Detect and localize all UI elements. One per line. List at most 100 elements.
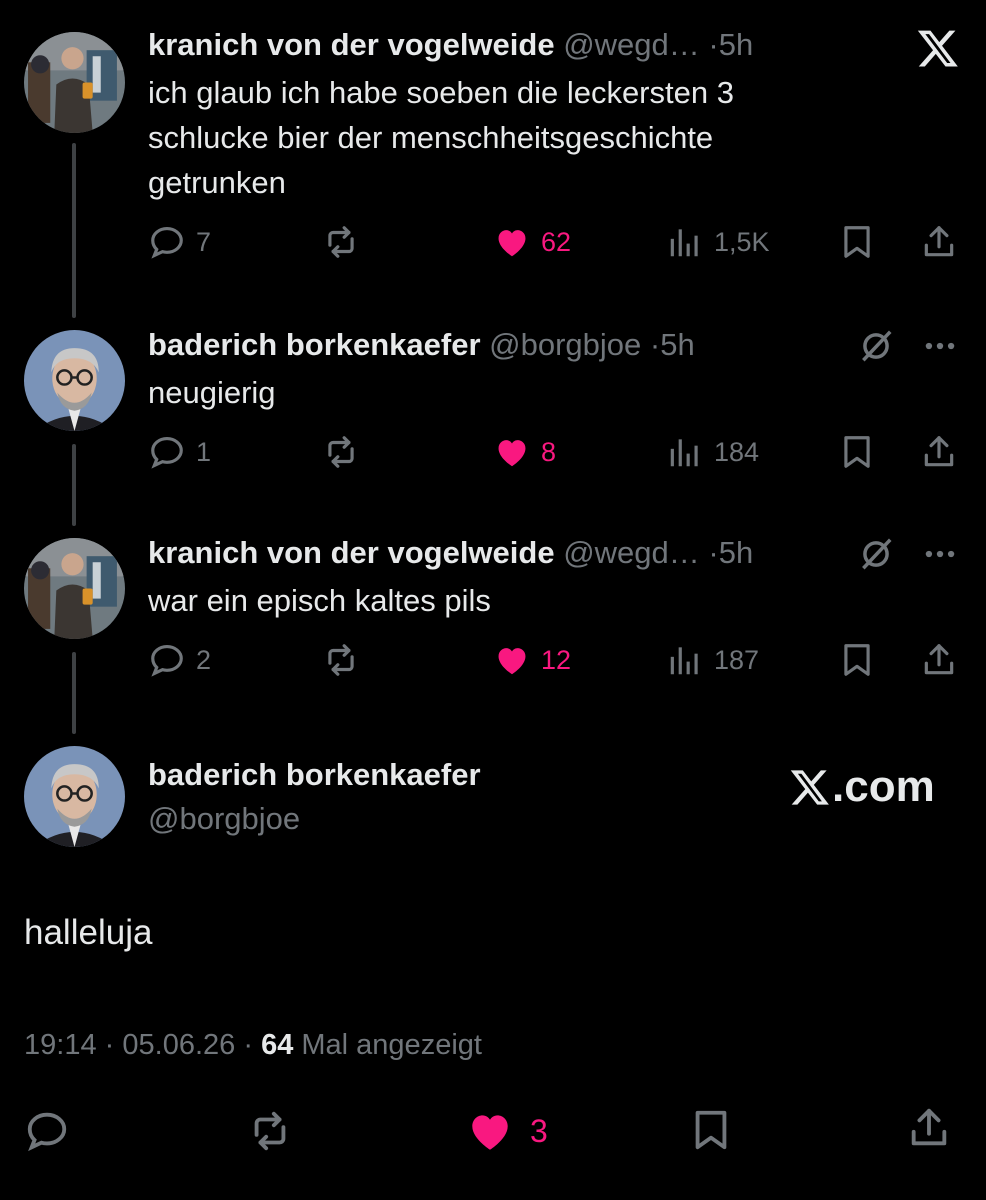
separator: · [243,1029,253,1061]
x-logo-icon[interactable] [914,26,962,70]
reply-button[interactable]: 7 [148,223,211,261]
share-icon [924,644,954,675]
author-name[interactable]: baderich borkenkaefer [148,327,481,362]
separator: · [649,327,661,362]
timestamp[interactable]: 5h [719,27,753,62]
tweet-header: baderich borkenkaefer @borgbjoe ·5h [148,327,695,363]
share-button[interactable] [920,223,958,261]
bookmark-button[interactable] [688,1106,734,1159]
like-count: 3 [530,1112,548,1149]
tweet-text: ich glaub ich habe soeben die leckersten… [148,70,734,205]
grok-icon[interactable] [857,535,895,578]
views-count: 64 [261,1029,294,1061]
avatar[interactable] [24,746,125,847]
reply-button[interactable] [24,1108,70,1159]
bookmark-icon [695,1110,727,1150]
separator: · [708,27,719,62]
views-chart-icon [670,229,698,257]
avatar[interactable] [24,538,125,639]
share-icon [911,1108,947,1146]
watermark-text: .com [832,762,935,811]
repost-icon [254,1111,286,1151]
like-button[interactable]: 62 [493,223,571,261]
views-button[interactable]: 184 [666,433,759,471]
share-icon [924,436,954,467]
tweet-text-line: getrunken [148,165,286,200]
separator: · [104,1029,115,1061]
bookmark-button[interactable] [838,433,876,471]
heart-filled-icon [498,648,526,675]
avatar[interactable] [24,32,125,133]
tweet-header: kranich von der vogelweide @wegd… ·5h [148,535,753,571]
heart-filled-icon [472,1115,508,1150]
bookmark-button[interactable] [838,641,876,679]
reply-count: 2 [196,644,212,675]
views-count: 184 [714,436,760,467]
like-button[interactable]: 3 [464,1106,548,1156]
tweet-text: war ein episch kaltes pils [148,578,491,623]
reply-icon [151,644,183,677]
reply-button[interactable]: 1 [148,433,211,471]
like-button[interactable]: 8 [493,433,556,471]
separator: · [708,535,719,570]
more-options-icon[interactable] [920,327,960,370]
timestamp[interactable]: 5h [719,535,753,570]
avatar[interactable] [24,330,125,431]
share-icon [924,226,954,257]
main-author-name[interactable]: baderich borkenkaefer [148,757,481,793]
views-label: Mal angezeigt [301,1029,482,1061]
grok-icon[interactable] [857,327,895,370]
bookmark-button[interactable] [838,223,876,261]
author-name[interactable]: kranich von der vogelweide [148,535,555,570]
like-count: 12 [541,644,572,675]
xcom-watermark: .com [788,762,935,812]
main-author-handle[interactable]: @borgbjoe [148,801,300,837]
reply-icon [151,226,183,259]
post-time[interactable]: 19:14 [24,1029,97,1061]
tweet-header: kranich von der vogelweide @wegd… ·5h [148,27,753,63]
repost-button[interactable] [322,223,360,261]
more-options-icon[interactable] [920,535,960,578]
author-name[interactable]: kranich von der vogelweide [148,27,555,62]
like-count: 62 [541,226,572,257]
views-chart-icon [670,439,698,467]
repost-button[interactable] [322,641,360,679]
repost-icon [328,226,354,258]
repost-icon [328,644,354,676]
timestamp[interactable]: 5h [660,327,694,362]
views-count: 1,5K [714,226,770,257]
author-handle[interactable]: @wegd… [563,535,700,570]
share-button[interactable] [920,641,958,679]
tweet-meta: 19:14 · 05.06.26 · 64 Mal angezeigt [24,1029,482,1062]
reply-icon [151,436,183,469]
heart-filled-icon [498,440,526,467]
main-tweet-text: halleluja [24,913,153,952]
tweet-text-line: ich glaub ich habe soeben die leckersten… [148,75,734,110]
views-button[interactable]: 187 [666,641,759,679]
repost-button[interactable] [246,1108,294,1159]
heart-filled-icon [498,230,526,257]
tweet-text-line: war ein episch kaltes pils [148,583,491,618]
reply-count: 1 [196,436,212,467]
author-handle[interactable]: @wegd… [563,27,700,62]
share-button[interactable] [920,433,958,471]
bookmark-icon [844,436,870,468]
bookmark-icon [844,644,870,676]
share-button[interactable] [906,1104,952,1157]
thread-line [72,143,76,318]
tweet-text-line: neugierig [148,375,276,410]
views-chart-icon [670,647,698,675]
repost-button[interactable] [322,433,360,471]
views-count: 187 [714,644,760,675]
like-button[interactable]: 12 [493,641,571,679]
x-logo-icon [790,770,829,805]
reply-count: 7 [196,226,212,257]
thread-line [72,444,76,526]
reply-button[interactable]: 2 [148,641,211,679]
tweet-text-line: schlucke bier der menschheitsgeschichte [148,120,714,155]
post-date[interactable]: 05.06.26 [122,1029,235,1061]
like-count: 8 [541,436,557,467]
author-handle[interactable]: @borgbjoe [489,327,641,362]
views-button[interactable]: 1,5K [666,223,770,261]
reply-icon [27,1112,67,1152]
